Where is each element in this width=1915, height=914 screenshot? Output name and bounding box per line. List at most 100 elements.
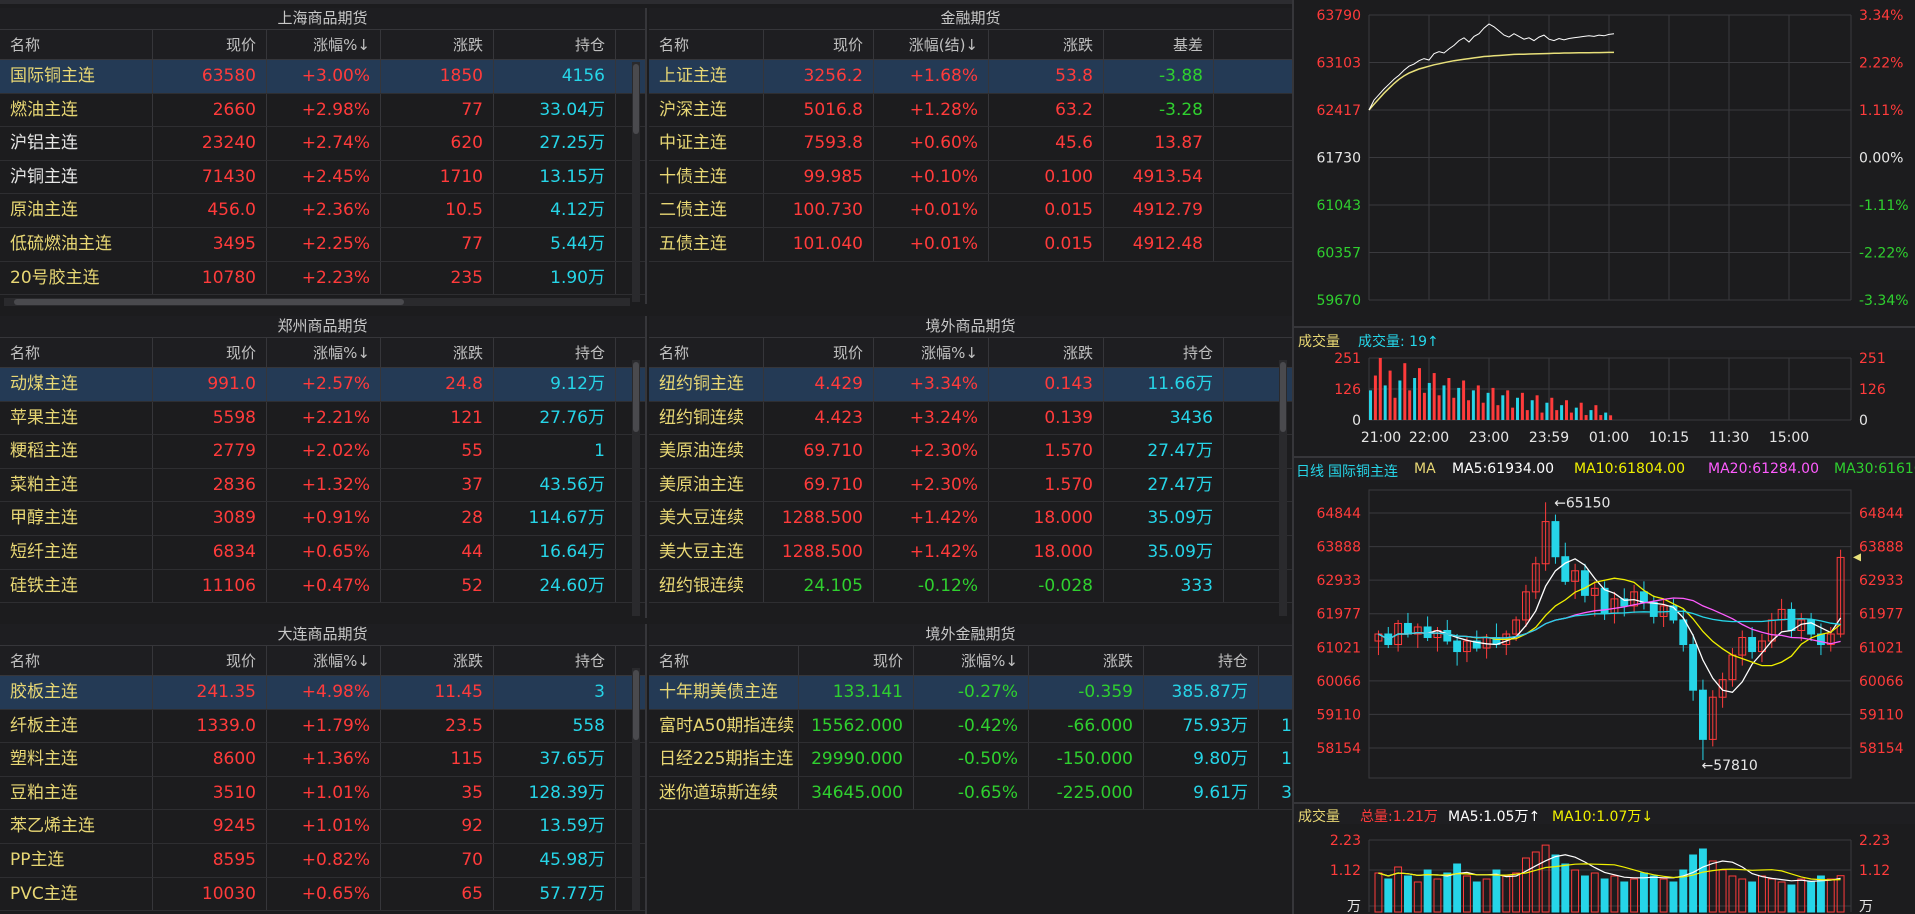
col-pct[interactable]: 涨幅%↓: [267, 30, 381, 59]
col-pct[interactable]: 涨幅%↓: [874, 338, 989, 367]
table-row[interactable]: 富时A50期指连续 15562.000 -0.42% -66.000 75.93万 1: [649, 709, 1292, 744]
table-row[interactable]: 胶板主连 241.35 +4.98% 11.45 3: [0, 676, 645, 710]
dce-vscroll[interactable]: [632, 668, 640, 910]
table-row[interactable]: 纽约铜连续 4.423 +3.24% 0.139 3436: [649, 401, 1292, 436]
col-name[interactable]: 名称: [649, 30, 764, 59]
table-row[interactable]: 硅铁主连 11106 +0.47% 52 24.60万: [0, 569, 645, 604]
volume-bar: [1589, 410, 1593, 420]
table-row[interactable]: 20号胶主连 10780 +2.23% 235 1.90万: [0, 261, 645, 296]
daily-kline-chart[interactable]: 64844 64844 63888 63888 62933 62933 61977 61977…: [1294, 480, 1915, 800]
daily-period[interactable]: 日线: [1296, 461, 1324, 481]
czce-vscroll[interactable]: [632, 360, 640, 616]
table-row[interactable]: 豆粕主连 3510 +1.01% 35 128.39万: [0, 776, 645, 811]
table-row[interactable]: 美大豆主连 1288.500 +1.42% 18.000 35.09万: [649, 535, 1292, 570]
table-row[interactable]: 原油主连 456.0 +2.36% 10.5 4.12万: [0, 194, 645, 228]
shfe-vscroll[interactable]: [632, 62, 640, 302]
cell-oi: 333: [1104, 569, 1224, 603]
cell-oi: 45.98万: [494, 843, 616, 877]
table-row[interactable]: 美大豆连续 1288.500 +1.42% 18.000 35.09万: [649, 502, 1292, 536]
ma-label[interactable]: MA: [1414, 461, 1436, 477]
cell-oi: 4.12万: [494, 194, 616, 227]
col-pct[interactable]: 涨幅%↓: [267, 646, 381, 675]
volume-bar: [1767, 878, 1776, 913]
volume-bar: [1584, 415, 1588, 420]
table-row[interactable]: 燃油主连 2660 +2.98% 77 33.04万: [0, 93, 645, 128]
col-chg[interactable]: 涨跌: [989, 338, 1104, 367]
right-tick-label: 126: [1859, 382, 1886, 398]
col-price[interactable]: 现价: [153, 30, 267, 59]
cell-name: 原油主连: [0, 194, 153, 227]
col-oi[interactable]: 持仓: [494, 646, 616, 675]
cell-oi: 385.87万: [1144, 676, 1259, 709]
col-name[interactable]: 名称: [0, 338, 153, 367]
table-row[interactable]: 苯乙烯主连 9245 +1.01% 92 13.59万: [0, 810, 645, 844]
col-price[interactable]: 现价: [153, 338, 267, 367]
table-row[interactable]: 中证主连 7593.8 +0.60% 45.6 13.87: [649, 127, 1292, 161]
left-tick-label: 59670: [1316, 293, 1361, 309]
col-pct[interactable]: 涨幅%↓: [914, 646, 1029, 675]
col-price[interactable]: 现价: [764, 30, 874, 59]
table-row[interactable]: 塑料主连 8600 +1.36% 115 37.65万: [0, 743, 645, 777]
col-name[interactable]: 名称: [0, 646, 153, 675]
right-tick-label: 61977: [1859, 607, 1904, 623]
table-row[interactable]: 沪铝主连 23240 +2.74% 620 27.25万: [0, 127, 645, 161]
table-row[interactable]: 苹果主连 5598 +2.21% 121 27.76万: [0, 401, 645, 436]
table-row[interactable]: PP主连 8595 +0.82% 70 45.98万: [0, 843, 645, 878]
cell-oi: 35.09万: [1104, 535, 1224, 569]
table-row[interactable]: 上证主连 3256.2 +1.68% 53.8 -3.88: [649, 60, 1292, 94]
col-name[interactable]: 名称: [0, 30, 153, 59]
table-row[interactable]: 纽约铜主连 4.429 +3.34% 0.143 11.66万: [649, 368, 1292, 402]
right-tick-label: 0.00%: [1859, 151, 1903, 167]
table-row[interactable]: 甲醇主连 3089 +0.91% 28 114.67万: [0, 502, 645, 536]
table-row[interactable]: 五债主连 101.040 +0.01% 0.015 4912.48: [649, 227, 1292, 262]
col-chg[interactable]: 涨跌: [381, 338, 494, 367]
col-pct-settle[interactable]: 涨幅(结)↓: [874, 30, 989, 59]
table-row[interactable]: 低硫燃油主连 3495 +2.25% 77 5.44万: [0, 227, 645, 262]
col-chg[interactable]: 涨跌: [381, 646, 494, 675]
daily-volume-chart[interactable]: 2.23 2.23 1.12 1.12 万 万: [1294, 824, 1915, 914]
chart-panel: 63790 3.34% 63103 2.22% 62417 1.11% 61730 0.00%…: [1294, 0, 1915, 914]
table-row[interactable]: PVC主连 10030 +0.65% 65 57.77万: [0, 877, 645, 912]
shfe-hscroll[interactable]: [4, 298, 630, 306]
table-row[interactable]: 十债主连 99.985 +0.10% 0.100 4913.54: [649, 160, 1292, 195]
col-oi[interactable]: 持仓: [494, 338, 616, 367]
cell-pct: +0.82%: [267, 843, 381, 877]
col-pct[interactable]: 涨幅%↓: [267, 338, 381, 367]
table-row[interactable]: 迷你道琼斯连续 34645.000 -0.65% -225.000 9.61万 3: [649, 776, 1292, 811]
cell-name: 粳稻主连: [0, 435, 153, 468]
cell-oi: 9.12万: [494, 368, 616, 401]
table-row[interactable]: 沪铜主连 71430 +2.45% 1710 13.15万: [0, 160, 645, 195]
table-row[interactable]: 国际铜主连 63580 +3.00% 1850 4156: [0, 60, 645, 94]
col-price[interactable]: 现价: [764, 338, 874, 367]
table-row[interactable]: 纤板主连 1339.0 +1.79% 23.5 558: [0, 709, 645, 744]
table-row[interactable]: 美原油连续 69.710 +2.30% 1.570 27.47万: [649, 435, 1292, 469]
col-chg[interactable]: 涨跌: [989, 30, 1104, 59]
table-row[interactable]: 二债主连 100.730 +0.01% 0.015 4912.79: [649, 194, 1292, 228]
cell-name: 富时A50期指连续: [649, 709, 799, 743]
table-row[interactable]: 沪深主连 5016.8 +1.28% 63.2 -3.28: [649, 93, 1292, 128]
table-row[interactable]: 十年期美债主连 133.141 -0.27% -0.359 385.87万: [649, 676, 1292, 710]
intraday-chart[interactable]: 63790 3.34% 63103 2.22% 62417 1.11% 61730 0.00%…: [1294, 0, 1915, 330]
col-chg[interactable]: 涨跌: [381, 30, 494, 59]
table-row[interactable]: 动煤主连 991.0 +2.57% 24.8 9.12万: [0, 368, 645, 402]
table-row[interactable]: 美原油主连 69.710 +2.30% 1.570 27.47万: [649, 468, 1292, 503]
table-row[interactable]: 短纤主连 6834 +0.65% 44 16.64万: [0, 535, 645, 570]
volume-bar: [1522, 857, 1530, 913]
volume-chart[interactable]: 251 251126 1260 021:00 22:00 23:00 23:59 01:00 1…: [1294, 350, 1915, 460]
col-price[interactable]: 现价: [153, 646, 267, 675]
col-basis[interactable]: 基差: [1104, 30, 1214, 59]
col-name[interactable]: 名称: [649, 338, 764, 367]
col-oi[interactable]: 持仓: [494, 30, 616, 59]
table-row[interactable]: 粳稻主连 2779 +2.02% 55 1: [0, 435, 645, 469]
col-oi[interactable]: 持仓: [1144, 646, 1259, 675]
col-price[interactable]: 现价: [799, 646, 914, 675]
candle-body: [1561, 556, 1570, 582]
table-row[interactable]: 日经225期指主连 29990.000 -0.50% -150.000 9.80万 1: [649, 743, 1292, 777]
financial-title: 金融期货: [649, 8, 1292, 30]
overseas-commodity-vscroll[interactable]: [1279, 360, 1287, 616]
col-oi[interactable]: 持仓: [1104, 338, 1224, 367]
col-chg[interactable]: 涨跌: [1029, 646, 1144, 675]
table-row[interactable]: 纽约银连续 24.105 -0.12% -0.028 333: [649, 569, 1292, 604]
table-row[interactable]: 菜粕主连 2836 +1.32% 37 43.56万: [0, 468, 645, 503]
col-name[interactable]: 名称: [649, 646, 799, 675]
